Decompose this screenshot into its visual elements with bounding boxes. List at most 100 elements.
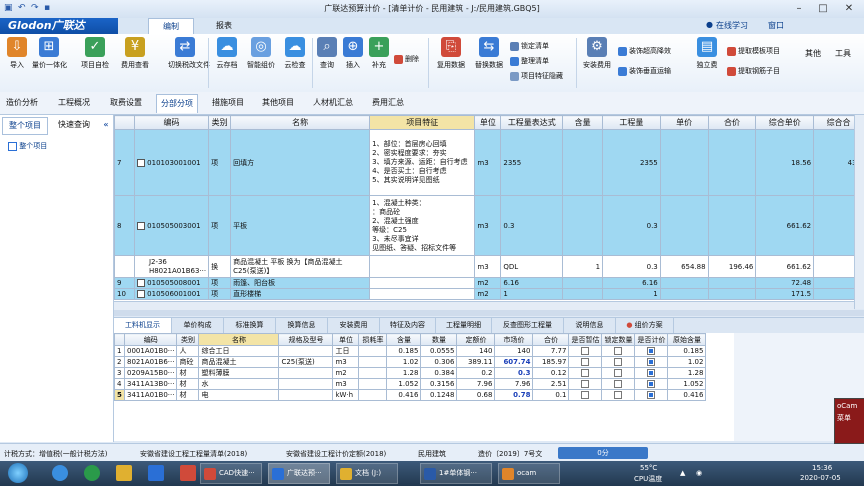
material-market-price[interactable]: 0.78 — [494, 389, 534, 401]
item-type[interactable]: 换 — [208, 255, 232, 278]
collapse-panel-icon[interactable]: « — [100, 117, 112, 133]
item-name[interactable]: 平板 — [230, 195, 371, 256]
item-code[interactable]: J2-36 H8021A01B63··· — [133, 255, 210, 278]
item-feature[interactable]: 1、混凝土种类： ：商品砼 2、混凝土强度 等级：C25 3、未尽事宜详 见图纸… — [369, 195, 476, 256]
material-name[interactable]: 水 — [198, 378, 280, 390]
tab-fee-summary[interactable]: 费用汇总 — [372, 97, 404, 108]
material-type[interactable]: 材 — [176, 378, 200, 390]
material-content[interactable]: 1.052 — [386, 378, 422, 390]
material-loss[interactable] — [358, 367, 388, 379]
col-header-market-price[interactable]: 市场价 — [494, 333, 534, 346]
extract-template-button[interactable]: 提取模板项目 — [727, 46, 780, 56]
tab-quick-query[interactable]: 快速查询 — [50, 117, 98, 133]
material-unit[interactable]: m3 — [332, 378, 360, 390]
replace-data-button[interactable]: ⇆ 替换数据 — [472, 37, 506, 70]
tab-project-overview[interactable]: 工程概况 — [58, 97, 90, 108]
chrome-icon[interactable] — [84, 465, 100, 481]
lock-list-button[interactable]: 锁定清单 — [510, 41, 549, 51]
table-row[interactable]: 9 010505008001 项 雨篷、阳台板 m2 6.16 6.16 72.… — [114, 277, 864, 289]
install-fee-button[interactable]: ⚙ 安装费用 — [580, 37, 614, 70]
taskbar-item-ocam[interactable]: ocam — [498, 463, 560, 484]
delete-button[interactable]: 删除 — [394, 54, 419, 64]
col-header-type[interactable]: 类别 — [208, 115, 232, 130]
table-row[interactable]: 5 3411A01B0··· 材电 kW·h 0.416 0.1248 0.68 0.78 0.… — [114, 389, 707, 401]
col-header-amount[interactable]: 合价 — [532, 333, 570, 346]
table-row[interactable]: 2 8021A01B6··· 商砼 商品混凝土 C25(泵送) m3 1.02 0.306 38… — [114, 356, 707, 368]
material-code[interactable]: 0001A01B0··· — [123, 345, 178, 357]
item-expression[interactable]: 1 — [500, 288, 564, 300]
taskbar-item-glodon[interactable]: 广联达预··· — [268, 463, 330, 484]
material-type[interactable]: 材 — [176, 389, 200, 401]
material-market-price[interactable]: 140 — [494, 345, 534, 357]
estimated-checkbox[interactable] — [568, 356, 603, 368]
table-row[interactable]: 7 010103001001 项 回填方 1、部位：首层房心回填 2、密实程度要… — [114, 129, 864, 196]
tab-quantity-detail[interactable]: 工程量明细 — [436, 318, 492, 333]
explorer-icon[interactable] — [116, 465, 132, 481]
priced-check-icon[interactable] — [647, 347, 656, 355]
material-type[interactable]: 人 — [176, 345, 200, 357]
item-type[interactable]: 项 — [208, 288, 232, 300]
tab-pricing-plan[interactable]: ● 组价方案 — [616, 318, 674, 333]
material-base-price[interactable]: 140 — [456, 345, 496, 357]
priced-checkbox[interactable] — [634, 345, 669, 357]
item-quantity[interactable]: 6.16 — [602, 277, 661, 289]
decor-height-button[interactable]: 装饰超高降效 — [618, 46, 671, 56]
priced-check-icon[interactable] — [647, 391, 656, 399]
lock-check-icon[interactable] — [614, 369, 623, 377]
item-amount[interactable] — [707, 277, 757, 289]
material-unit[interactable]: kW·h — [332, 389, 360, 401]
col-header-quantity[interactable]: 数量 — [420, 333, 458, 346]
material-content[interactable]: 1.02 — [386, 356, 422, 368]
tab-install-fee[interactable]: 安装费用 — [328, 318, 380, 333]
material-amount[interactable]: 7.77 — [532, 345, 570, 357]
material-base-price[interactable]: 389.11 — [456, 356, 496, 368]
integration-button[interactable]: ⊞ 量价一体化 — [32, 37, 67, 70]
material-amount[interactable]: 2.51 — [532, 378, 570, 390]
item-expression[interactable]: QDL — [500, 255, 564, 278]
item-unit[interactable]: m3 — [474, 195, 502, 256]
item-name[interactable]: 雨篷、阳台板 — [230, 277, 371, 289]
col-header-unit-total[interactable]: 综合单价 — [755, 115, 815, 130]
material-original-content[interactable]: 1.28 — [667, 367, 707, 379]
ocam-popup[interactable]: oCam 菜单 — [834, 398, 864, 444]
table-row[interactable]: J2-36 H8021A01B63··· 换 商品混凝土 平板 换为【商品混凝土… — [114, 255, 864, 278]
col-header-unit[interactable]: 单位 — [474, 115, 502, 130]
item-feature[interactable] — [369, 255, 476, 278]
item-expression[interactable]: 6.16 — [500, 277, 564, 289]
lock-quantity-checkbox[interactable] — [601, 345, 636, 357]
supplement-button[interactable]: + 补充 — [362, 37, 396, 70]
cloud-check-button[interactable]: ☁ 云检查 — [278, 37, 312, 70]
item-price[interactable] — [659, 288, 709, 300]
material-loss[interactable] — [358, 389, 388, 401]
tab-fee-settings[interactable]: 取费设置 — [110, 97, 142, 108]
material-spec[interactable] — [278, 367, 334, 379]
item-price[interactable] — [659, 195, 709, 256]
material-amount[interactable]: 0.1 — [532, 389, 570, 401]
item-code[interactable]: 010506001001 — [133, 288, 210, 300]
maximize-icon[interactable]: □ — [812, 1, 834, 16]
item-unit[interactable]: m3 — [474, 255, 502, 278]
item-amount[interactable] — [707, 288, 757, 300]
est-check-icon[interactable] — [581, 358, 590, 366]
item-type[interactable]: 项 — [208, 129, 232, 196]
col-header-code[interactable]: 编码 — [123, 333, 178, 346]
item-unit-total[interactable]: 661.62 — [755, 255, 815, 278]
item-name[interactable]: 商品混凝土 平板 换为【商品混凝土 C25(泵送)】 — [230, 255, 371, 278]
item-unit[interactable]: m2 — [474, 277, 502, 289]
item-unit-total[interactable]: 18.56 — [755, 129, 815, 196]
item-feature[interactable] — [369, 277, 476, 289]
estimated-checkbox[interactable] — [568, 389, 603, 401]
table-row[interactable]: 8 010505003001 项 平板 1、混凝土种类： ：商品砼 2、混凝土强… — [114, 195, 864, 256]
priced-checkbox[interactable] — [634, 378, 669, 390]
col-header-unit[interactable]: 单位 — [332, 333, 360, 346]
col-header-spec[interactable]: 规格及型号 — [278, 333, 334, 346]
material-code[interactable]: 3411A13B0··· — [123, 378, 178, 390]
reuse-data-button[interactable]: ⎘ 复用数据 — [434, 37, 468, 70]
tray-date[interactable]: 2020-07-05 — [800, 474, 841, 482]
tab-material-display[interactable]: 工料机显示 — [114, 318, 172, 333]
item-code[interactable]: 010103001001 — [133, 129, 210, 196]
tab-standard-conversion[interactable]: 标准换算 — [224, 318, 276, 333]
tray-time[interactable]: 15:36 — [812, 464, 832, 472]
online-learning-icon[interactable]: ● — [706, 20, 713, 29]
material-type[interactable]: 商砼 — [176, 356, 200, 368]
